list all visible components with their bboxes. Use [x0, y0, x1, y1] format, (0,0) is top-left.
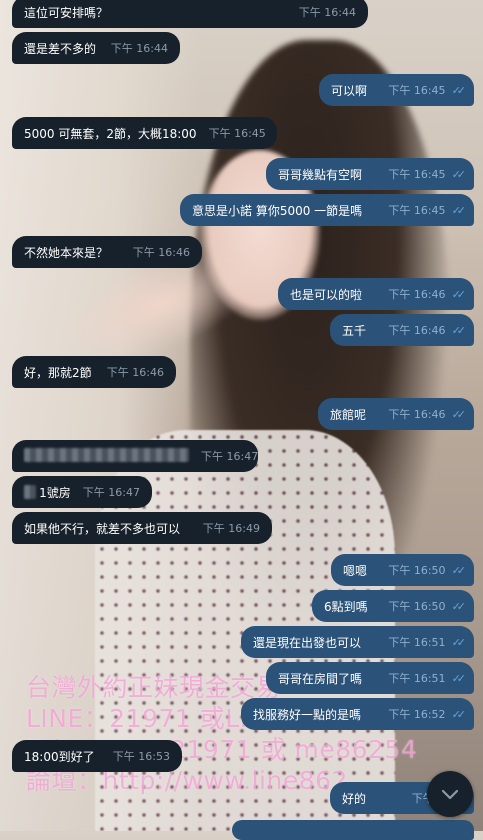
message-text: 還是差不多的: [24, 41, 97, 56]
message-time: 下午 16:50: [388, 564, 446, 577]
message-bubble[interactable]: 6點到嗎 下午 16:50 ✓✓: [312, 590, 474, 622]
message-bubble[interactable]: 哥哥在房間了嗎 下午 16:51 ✓✓: [266, 662, 474, 694]
message-time: 下午 16:44: [110, 42, 168, 55]
double-check-icon: ✓✓: [451, 407, 467, 421]
message-time: 下午 16:45: [388, 168, 446, 181]
message-text: 五千: [342, 323, 367, 338]
double-check-icon: ✓✓: [451, 167, 467, 181]
message-text: 意思是小諾 算你5000 一節是嗎: [192, 203, 363, 218]
message-bubble[interactable]: 好，那就2節 下午 16:46: [12, 356, 176, 388]
message-text: 嗯嗯: [343, 563, 368, 578]
message-text: 6點到嗎: [324, 599, 368, 614]
double-check-icon: ✓✓: [451, 635, 467, 649]
message-bubble[interactable]: 這位可安排嗎？ 下午 16:44: [12, 0, 368, 28]
message-bubble[interactable]: 下午 16:47: [12, 440, 258, 472]
message-time: 下午 16:52: [388, 708, 446, 721]
message-time: 下午 16:45: [388, 204, 446, 217]
message-text: 找服務好一點的是嗎: [253, 707, 362, 722]
message-text: 5000 可無套，2節，大概18:00: [24, 126, 197, 141]
message-text: 不然她本來是？: [24, 245, 109, 260]
message-text: 好，那就2節: [24, 365, 92, 380]
double-check-icon: ✓✓: [451, 83, 467, 97]
message-bubble[interactable]: 還是差不多的 下午 16:44: [12, 32, 180, 64]
message-bubble[interactable]: 如果他不行，就差不多也可以 下午 16:49: [12, 512, 272, 544]
double-check-icon: ✓✓: [451, 707, 467, 721]
message-bubble[interactable]: 可以啊 下午 16:45 ✓✓: [319, 74, 474, 106]
message-bubble[interactable]: 不然她本來是？ 下午 16:46: [12, 236, 202, 268]
message-bubble[interactable]: 1號房 下午 16:47: [12, 476, 152, 508]
message-time: 下午 16:50: [388, 600, 446, 613]
message-bubble[interactable]: 還是現在出發也可以 下午 16:51 ✓✓: [241, 626, 474, 658]
message-time: 下午 16:49: [202, 522, 260, 535]
message-time: 下午 16:46: [388, 288, 446, 301]
message-text: 如果他不行，就差不多也可以: [24, 521, 181, 536]
message-time: 下午 16:45: [388, 84, 446, 97]
message-text: 18:00到好了: [24, 749, 95, 764]
message-time: 下午 16:46: [388, 324, 446, 337]
message-bubble[interactable]: 也是可以的啦 下午 16:46 ✓✓: [278, 278, 474, 310]
message-text: 哥哥在房間了嗎: [278, 671, 363, 686]
message-bubble[interactable]: 五千 下午 16:46 ✓✓: [330, 314, 474, 346]
double-check-icon: ✓✓: [451, 599, 467, 613]
message-text: 好的: [342, 791, 367, 806]
message-bubble[interactable]: 意思是小諾 算你5000 一節是嗎 下午 16:45 ✓✓: [180, 194, 474, 226]
message-time: 下午 16:47: [201, 450, 259, 463]
scroll-down-button[interactable]: [427, 771, 473, 817]
message-bubble[interactable]: 找服務好一點的是嗎 下午 16:52 ✓✓: [241, 698, 474, 730]
double-check-icon: ✓✓: [451, 203, 467, 217]
redacted-text: [24, 447, 189, 465]
double-check-icon: ✓✓: [451, 287, 467, 301]
message-bubble-partial[interactable]: [232, 820, 474, 840]
message-text: 旅館呢: [330, 407, 367, 422]
message-text: 哥哥幾點有空啊: [278, 167, 363, 182]
redacted-text: [24, 485, 37, 499]
message-time: 下午 16:46: [132, 246, 190, 259]
message-text: 可以啊: [331, 83, 368, 98]
message-bubble[interactable]: 旅館呢 下午 16:46 ✓✓: [318, 398, 474, 430]
message-time: 下午 16:51: [388, 672, 446, 685]
message-text: 也是可以的啦: [290, 287, 363, 302]
message-time: 下午 16:53: [112, 750, 170, 763]
message-time: 下午 16:44: [298, 6, 356, 19]
message-text: 這位可安排嗎？: [24, 5, 109, 20]
double-check-icon: ✓✓: [451, 671, 467, 685]
message-text: 1號房: [39, 485, 71, 500]
message-time: 下午 16:45: [208, 127, 266, 140]
chevron-down-icon: [441, 789, 459, 800]
message-time: 下午 16:46: [106, 366, 164, 379]
message-time: 下午 16:46: [388, 408, 446, 421]
message-bubble[interactable]: 5000 可無套，2節，大概18:00 下午 16:45: [12, 117, 277, 149]
message-bubble[interactable]: 嗯嗯 下午 16:50 ✓✓: [331, 554, 474, 586]
double-check-icon: ✓✓: [451, 563, 467, 577]
message-bubble[interactable]: 哥哥幾點有空啊 下午 16:45 ✓✓: [266, 158, 474, 190]
message-time: 下午 16:51: [388, 636, 446, 649]
message-time: 下午 16:47: [82, 486, 140, 499]
double-check-icon: ✓✓: [451, 323, 467, 337]
message-text: 還是現在出發也可以: [253, 635, 362, 650]
message-bubble[interactable]: 18:00到好了 下午 16:53: [12, 740, 182, 772]
